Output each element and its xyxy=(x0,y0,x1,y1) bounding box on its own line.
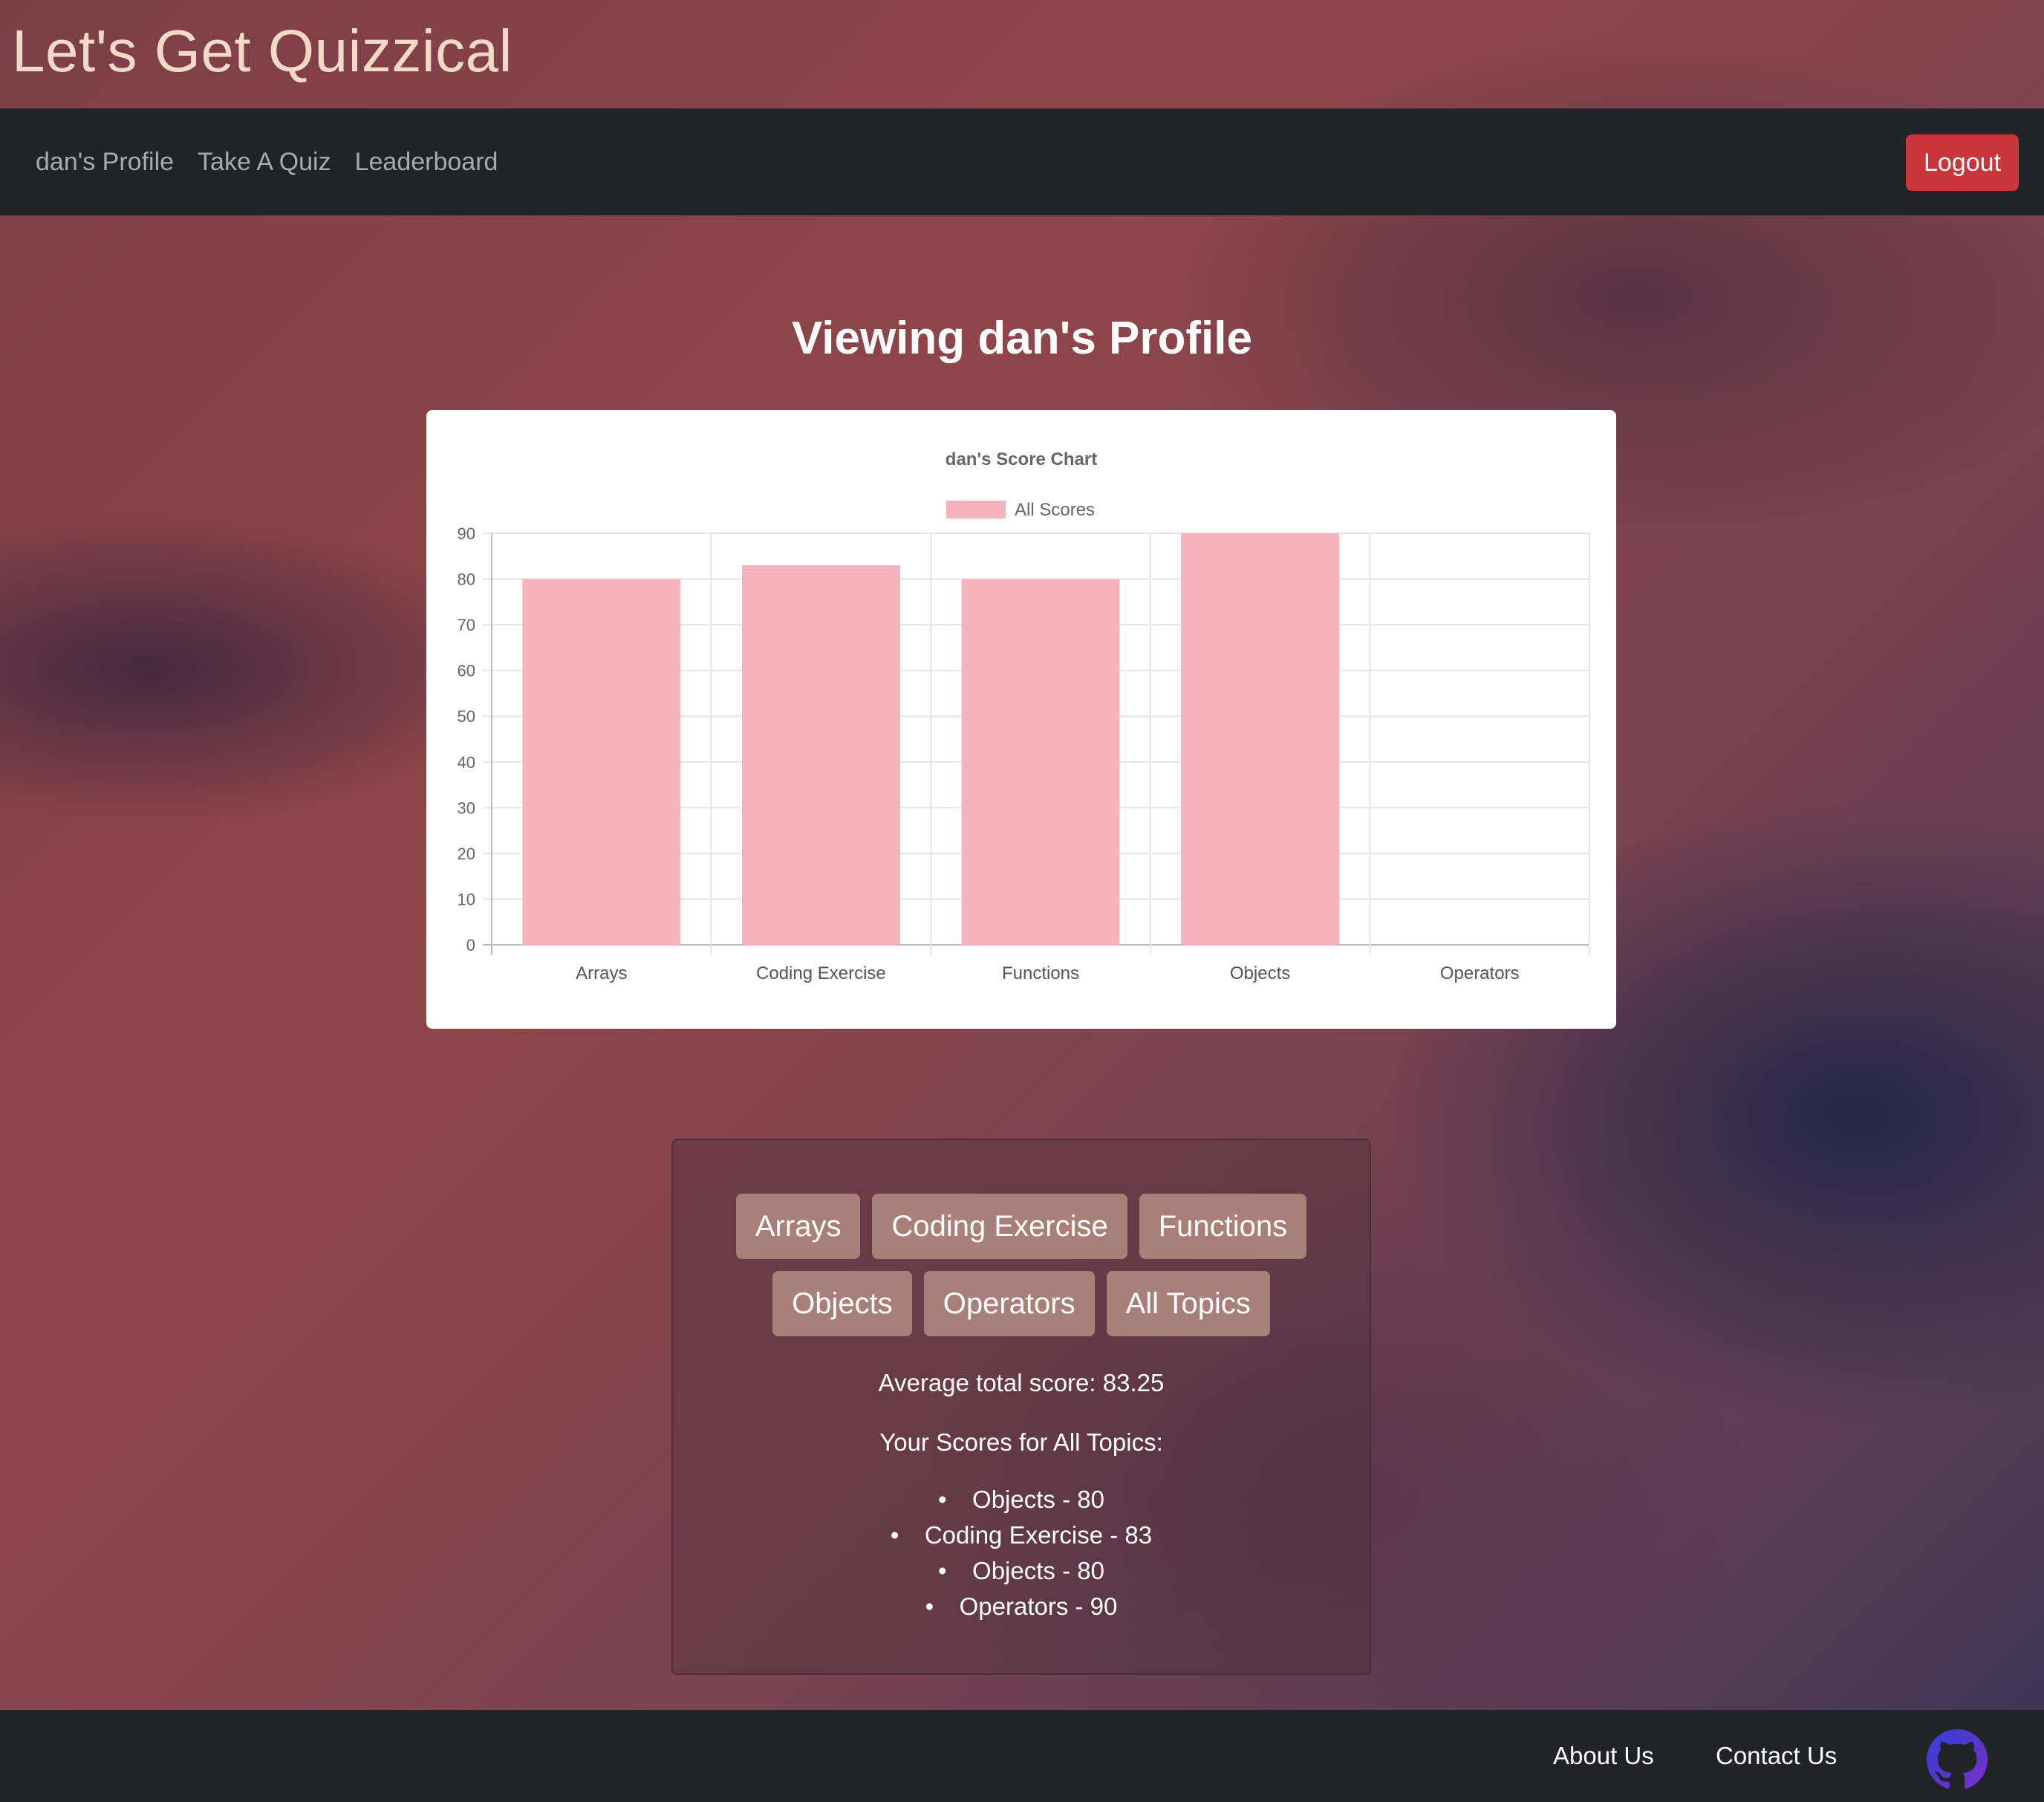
y-tick-label: 0 xyxy=(466,936,475,954)
topic-button-arrays[interactable]: Arrays xyxy=(735,1194,861,1259)
y-tick-label: 20 xyxy=(458,845,475,863)
y-tick-label: 70 xyxy=(458,616,475,634)
topic-button-functions[interactable]: Functions xyxy=(1139,1194,1307,1259)
x-tick-label: Coding Exercise xyxy=(756,963,886,983)
topic-button-objects[interactable]: Objects xyxy=(772,1271,912,1336)
footer-contact-link[interactable]: Contact Us xyxy=(1716,1710,1837,1802)
score-list-item: Operators - 90 xyxy=(673,1589,1370,1624)
average-score-text: Average total score: 83.25 xyxy=(878,1369,1165,1396)
chart-bar xyxy=(522,579,681,945)
score-list-item: Objects - 80 xyxy=(673,1482,1370,1518)
x-tick-label: Objects xyxy=(1230,963,1290,983)
y-tick-label: 50 xyxy=(458,707,475,726)
topic-buttons-row-2: Objects Operators All Topics xyxy=(673,1271,1370,1336)
score-chart: dan's Score Chart All Scores 0 10 20 30 40 50 60… xyxy=(458,449,1590,983)
nav-profile-link[interactable]: dan's Profile xyxy=(36,148,174,177)
y-tick-label: 90 xyxy=(458,524,475,543)
y-tick-label: 80 xyxy=(458,570,475,589)
topic-buttons-row-1: Arrays Coding Exercise Functions xyxy=(673,1194,1370,1259)
score-list-item: Objects - 80 xyxy=(673,1553,1370,1589)
scores-panel: Arrays Coding Exercise Functions Objects… xyxy=(671,1139,1371,1675)
nav-links: dan's Profile Take A Quiz Leaderboard xyxy=(36,108,498,215)
navbar: dan's Profile Take A Quiz Leaderboard Lo… xyxy=(0,108,2044,215)
score-list-item: Coding Exercise - 83 xyxy=(673,1518,1370,1553)
y-tick-label: 30 xyxy=(458,798,475,817)
x-tick-label: Functions xyxy=(1002,963,1079,983)
scores-list: Objects - 80 Coding Exercise - 83 Object… xyxy=(673,1482,1370,1624)
legend-label: All Scores xyxy=(1015,500,1095,520)
footer-about-link[interactable]: About Us xyxy=(1553,1710,1654,1802)
x-tick-label: Arrays xyxy=(576,963,627,983)
legend-swatch xyxy=(946,501,1006,518)
chart-bar xyxy=(961,579,1120,945)
nav-leaderboard-link[interactable]: Leaderboard xyxy=(355,148,498,177)
y-tick-label: 10 xyxy=(458,890,475,908)
topic-button-all-topics[interactable]: All Topics xyxy=(1106,1271,1270,1336)
site-title: Let's Get Quizzical xyxy=(12,18,512,84)
chart-bar xyxy=(741,565,900,945)
y-tick-label: 60 xyxy=(458,662,475,680)
github-icon[interactable] xyxy=(1927,1729,1988,1790)
scores-list-title: Your Scores for All Topics: xyxy=(879,1428,1163,1456)
chart-bar xyxy=(1181,533,1340,945)
site-footer: About Us Contact Us xyxy=(0,1710,2044,1802)
topic-button-coding-exercise[interactable]: Coding Exercise xyxy=(872,1194,1127,1259)
nav-take-quiz-link[interactable]: Take A Quiz xyxy=(198,148,331,177)
logout-button[interactable]: Logout xyxy=(1906,134,2019,191)
chart-title: dan's Score Chart xyxy=(945,449,1097,469)
y-tick-label: 40 xyxy=(458,753,475,772)
score-chart-card: dan's Score Chart All Scores 0 10 20 30 40 50 60… xyxy=(426,410,1616,1029)
topic-button-operators[interactable]: Operators xyxy=(923,1271,1095,1336)
x-tick-label: Operators xyxy=(1440,963,1520,983)
site-header: Let's Get Quizzical xyxy=(0,0,2044,108)
page-title: Viewing dan's Profile xyxy=(792,313,1252,364)
